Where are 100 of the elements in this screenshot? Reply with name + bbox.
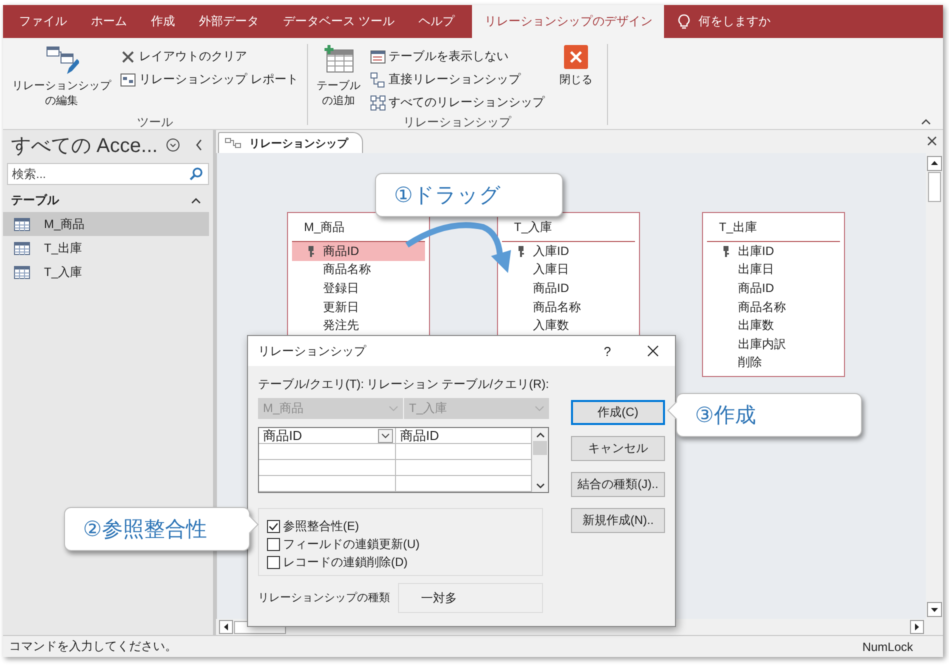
caret-icon (535, 406, 544, 411)
relationship-type-value: 一対多 (398, 583, 543, 613)
table-field[interactable]: 商品名称 (306, 260, 425, 280)
ribbon-tab[interactable]: ヘルプ (406, 5, 466, 38)
field-label: リレーション テーブル/クエリ(R): (366, 376, 549, 392)
table-field[interactable]: 商品名称 (721, 298, 840, 316)
ribbon-button[interactable]: すべてのリレーションシップ (368, 92, 547, 113)
search-field[interactable]: 検索... (7, 163, 209, 185)
group-label: リレーションシップ (402, 114, 512, 128)
scroll-thumb[interactable] (533, 441, 547, 455)
dialog-button[interactable]: 結合の種類(J).. (571, 472, 665, 497)
checkbox-label[interactable]: フィールドの連鎖更新(U) (283, 536, 420, 552)
table-field[interactable]: 入庫ID (516, 242, 635, 261)
nav-item[interactable]: M_商品 (3, 212, 209, 236)
checkbox[interactable] (267, 538, 280, 550)
ribbon-tab[interactable]: ホーム (79, 5, 139, 38)
table-field[interactable]: 削除 (721, 354, 840, 372)
grid-cell[interactable]: 商品ID (259, 428, 396, 444)
ribbon-tab[interactable]: リレーションシップのデザイン (472, 5, 664, 38)
ribbon-button[interactable]: テーブルを表示しない (368, 46, 547, 67)
document-tab[interactable]: リレーションシップ (218, 132, 363, 153)
ribbon-tab[interactable]: 外部データ (187, 5, 271, 38)
grid-cell[interactable] (259, 460, 396, 476)
table-field[interactable]: 商品名称 (516, 298, 635, 316)
nav-item[interactable]: T_入庫 (3, 260, 209, 284)
callout-text: ②参照整合性 (83, 517, 207, 543)
table-field[interactable]: 商品ID (721, 279, 840, 298)
grid-cell[interactable] (259, 444, 396, 460)
ribbon-button[interactable]: リレーションシップの編集 (9, 44, 114, 114)
table-card[interactable]: T_出庫 出庫ID 出庫日 商品ID 商品名称 出庫数 出庫内訳 削除 (702, 212, 845, 378)
help-button[interactable]: ? (604, 344, 611, 358)
checkbox-label[interactable]: 参照整合性(E) (283, 518, 359, 534)
table-field[interactable]: 商品ID (516, 279, 635, 298)
close-icon[interactable] (927, 136, 937, 146)
collapse-icon[interactable] (921, 118, 931, 125)
checkbox-checked[interactable] (267, 520, 280, 532)
caret-icon (389, 406, 398, 411)
dialog-button[interactable]: キャンセル (571, 436, 665, 461)
scroll-right-icon[interactable] (910, 620, 924, 634)
table-field[interactable]: 出庫ID (721, 242, 840, 261)
scrollbar[interactable] (926, 153, 943, 619)
search-icon[interactable] (189, 167, 203, 181)
status-indicator: NumLock (862, 640, 913, 654)
field-label: リレーションシップの種類 (258, 590, 390, 606)
ribbon-button[interactable]: レイアウトのクリア (118, 46, 301, 67)
table-field[interactable]: 出庫数 (721, 316, 840, 335)
table-field[interactable]: 出庫内訳 (721, 334, 840, 354)
tell-me-field[interactable]: 何をしますか (698, 13, 770, 30)
relationship-icon (370, 72, 386, 88)
ribbon-button[interactable]: 直接リレーションシップ (368, 69, 547, 90)
table-icon (370, 48, 386, 64)
x-icon (120, 48, 136, 64)
table-pencil-icon (44, 44, 79, 76)
scroll-down-icon[interactable] (536, 483, 544, 489)
status-message: コマンドを入力してください。 (9, 638, 177, 655)
table-title: T_出庫 (707, 213, 840, 242)
chevron-left-icon[interactable] (194, 138, 204, 152)
relationships-icon (370, 94, 386, 110)
table-icon (14, 218, 30, 230)
ribbon-button[interactable]: 閉じる (550, 44, 601, 114)
field-cell[interactable]: 商品ID (396, 428, 532, 444)
dropdown-icon[interactable] (166, 138, 180, 152)
lightbulb-icon[interactable] (678, 14, 690, 30)
callout-text: ③作成 (695, 403, 756, 429)
checkbox[interactable] (267, 556, 280, 568)
field-value[interactable]: 商品ID (263, 426, 302, 444)
scroll-thumb[interactable] (928, 172, 941, 202)
grid-cell[interactable] (396, 476, 532, 492)
scroll-left-icon[interactable] (219, 620, 233, 634)
scroll-down-icon[interactable] (927, 602, 942, 617)
ribbon-button[interactable]: テーブルの追加 (314, 44, 364, 114)
table-icon (14, 266, 30, 278)
nav-item[interactable]: T_出庫 (3, 236, 209, 260)
section-header[interactable]: テーブル (3, 188, 213, 212)
dialog-button[interactable]: 作成(C) (571, 400, 665, 425)
grid-cell[interactable] (259, 476, 396, 492)
pane-title: すべての Acce... (11, 134, 158, 158)
collapse-icon[interactable] (191, 196, 201, 204)
ribbon-tab[interactable]: データベース ツール (271, 5, 406, 38)
ribbon-tab[interactable]: 作成 (139, 5, 187, 38)
callout-text: ①ドラッグ (394, 183, 501, 209)
scroll-up-icon[interactable] (927, 156, 942, 171)
dropdown-icon[interactable] (378, 428, 393, 442)
relationship-icon (225, 138, 241, 148)
scrollbar[interactable] (532, 428, 548, 492)
table-field[interactable]: 登録日 (306, 279, 425, 298)
ribbon-button[interactable]: リレーションシップ レポート (118, 69, 301, 90)
table-icon (14, 242, 30, 254)
table-field[interactable]: 出庫日 (721, 260, 840, 280)
scroll-up-icon[interactable] (536, 432, 544, 438)
checkbox-label[interactable]: レコードの連鎖削除(D) (283, 554, 408, 570)
table-field[interactable]: 発注先 (306, 316, 425, 335)
table-field[interactable]: 入庫数 (516, 316, 635, 335)
table-field[interactable]: 更新日 (306, 298, 425, 316)
table-field[interactable]: 入庫日 (516, 260, 635, 280)
dialog-button[interactable]: 新規作成(N).. (571, 508, 665, 533)
ribbon-tab[interactable]: ファイル (7, 5, 79, 38)
field-label: テーブル/クエリ(T): (258, 376, 365, 392)
close-icon[interactable] (647, 345, 659, 357)
table-field[interactable]: 商品ID (292, 242, 425, 261)
